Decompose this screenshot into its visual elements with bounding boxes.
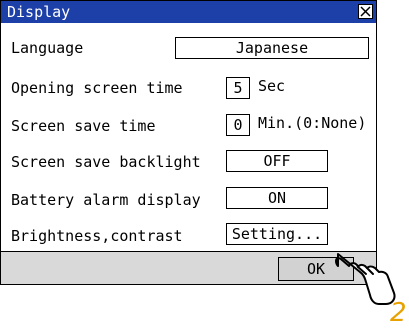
step-number-label: 2 — [390, 298, 407, 328]
brightness-contrast-label: Brightness,contrast — [11, 227, 183, 245]
screen-save-time-label: Screen save time — [11, 117, 156, 135]
language-label: Language — [11, 39, 84, 57]
opening-screen-time-label: Opening screen time — [11, 79, 183, 97]
brightness-contrast-setting-button[interactable]: Setting... — [226, 223, 328, 245]
display-dialog: Display Language Japanese Opening screen… — [0, 0, 377, 285]
opening-screen-time-unit: Sec — [258, 77, 286, 95]
battery-alarm-display-field[interactable]: ON — [226, 187, 328, 209]
dialog-title: Display — [7, 3, 71, 21]
title-bar: Display — [1, 1, 376, 23]
close-button[interactable] — [358, 4, 373, 19]
battery-alarm-display-label: Battery alarm display — [11, 191, 201, 209]
dialog-footer: OK — [1, 252, 376, 284]
screen-save-time-field[interactable]: 0 — [226, 114, 250, 136]
close-icon — [360, 6, 371, 17]
screen-save-backlight-label: Screen save backlight — [11, 153, 201, 171]
screen-save-backlight-field[interactable]: OFF — [226, 150, 328, 172]
screen-save-time-unit: Min.(0:None) — [258, 114, 367, 132]
language-field[interactable]: Japanese — [175, 37, 369, 59]
opening-screen-time-field[interactable]: 5 — [226, 77, 250, 99]
